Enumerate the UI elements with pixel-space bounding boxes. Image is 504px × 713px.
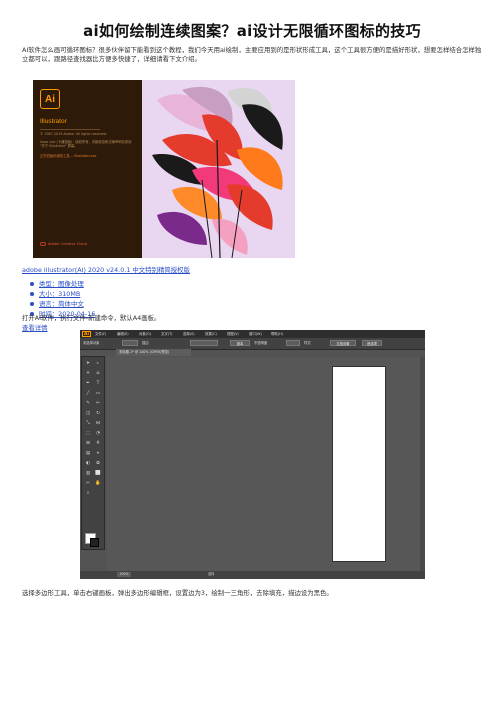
ws-menubar: Ai 文件(F) 编辑(E) 对象(O) 文字(T) 选择(S) 效果(C) 视… xyxy=(80,330,425,338)
rectangle-tool-icon: ▭ xyxy=(95,391,101,396)
ws-ctl-opacity: 不透明度 xyxy=(254,341,268,345)
ws-ctl-opacity-value xyxy=(286,340,300,346)
perspective-tool-icon: ⊞ xyxy=(86,441,90,446)
meta-type-text[interactable]: 类型：图像处理 xyxy=(39,280,84,288)
blend-tool-icon: ◐ xyxy=(86,461,90,466)
select-tool-icon: ➤ xyxy=(86,361,90,366)
line-tool-icon: ╱ xyxy=(86,391,90,396)
meta-language-text[interactable]: 语言：简体中文 xyxy=(39,300,84,308)
eraser-tool-icon: ◫ xyxy=(85,411,91,416)
ws-menu-window: 窗口(W) xyxy=(249,332,262,336)
ws-menu-view: 视图(V) xyxy=(227,332,239,336)
illustrator-workspace-screenshot: Ai 文件(F) 编辑(E) 对象(O) 文字(T) 选择(S) 效果(C) 视… xyxy=(80,330,425,579)
stroke-swatch xyxy=(90,538,99,547)
mesh-tool-icon: # xyxy=(96,441,100,446)
ws-document-tab: 未标题-1* @ 100% (CMYK/预览) xyxy=(116,349,191,356)
step-1-text: 打开AI软件，执行文件-新建命令，默认A4画板。 xyxy=(22,314,161,322)
symbol-tool-icon: ✿ xyxy=(96,461,100,466)
intro-paragraph: AI软件怎么画可循环图标？很多伙伴留下能看到这个教程，我们今天用ai绘制，主要应… xyxy=(22,46,482,63)
ws-zoom-level: 100% xyxy=(117,572,131,577)
meta-size[interactable]: 大小：310MB xyxy=(30,289,95,299)
ws-artboard xyxy=(332,366,386,562)
ws-menu-select: 选择(S) xyxy=(183,332,195,336)
scale-tool-icon: ⤡ xyxy=(86,421,90,426)
flower-illustration xyxy=(152,86,283,258)
magic-wand-icon: ✳ xyxy=(86,371,90,376)
artboard-tool-icon: ⬜ xyxy=(95,471,101,476)
ws-menu-effect: 效果(C) xyxy=(205,332,217,336)
splash-credits: Isaac Lee (卡通插画) · 版权所有，详细信息和法律声明请参阅 "关于… xyxy=(40,140,132,148)
creative-cloud-label: Adobe Creative Cloud xyxy=(48,242,87,246)
width-tool-icon: ⋈ xyxy=(95,421,101,426)
ws-menu-object: 对象(O) xyxy=(139,332,152,336)
graph-tool-icon: ▥ xyxy=(85,471,91,476)
meta-type[interactable]: 类型：图像处理 xyxy=(30,279,95,289)
ws-ctl-prefs: 首选项 xyxy=(362,340,382,346)
splash-copyright: © 1987-2019 Adobe. All rights reserved. xyxy=(40,132,108,136)
ws-menu-edit: 编辑(E) xyxy=(117,332,129,336)
view-details-link[interactable]: 查看详情 xyxy=(22,323,48,332)
page-title: ai如何绘制连续图案？ai设计无限循环图标的技巧 xyxy=(83,22,421,40)
brush-tool-icon: ✎ xyxy=(86,401,90,406)
ws-menu-help: 帮助(H) xyxy=(271,332,283,336)
splash-app-name: Illustrator xyxy=(40,118,67,125)
pencil-tool-icon: ✏ xyxy=(96,401,100,406)
ws-ctl-brush xyxy=(190,340,218,346)
ws-tools-panel: ➤ ▹ ✳ ɷ ✒ T ╱ ▭ ✎ ✏ ◫ ↻ ⤡ ⋈ ⬚ ◔ ⊞ # ▤ ⌖ … xyxy=(81,356,105,550)
shape-builder-tool-icon: ◔ xyxy=(96,431,100,436)
ws-scrollbar xyxy=(420,357,425,571)
zoom-tool-icon: ⌕ xyxy=(86,491,90,496)
splash-info-panel: Ai Illustrator © 1987-2019 Adobe. All ri… xyxy=(33,80,142,258)
free-transform-tool-icon: ⬚ xyxy=(85,431,91,436)
ws-ctl-style: 样式 xyxy=(304,341,311,345)
ws-ctl-no-selection: 未选择对象 xyxy=(83,341,100,345)
meta-language[interactable]: 语言：简体中文 xyxy=(30,299,95,309)
illustrator-splash-image: Ai Illustrator © 1987-2019 Adobe. All ri… xyxy=(33,80,295,258)
ai-logo: Ai xyxy=(40,89,60,109)
ws-ctl-fill xyxy=(122,340,138,346)
ws-ctl-stroke: 描边 xyxy=(142,341,149,345)
eyedropper-tool-icon: ⌖ xyxy=(96,451,100,456)
lasso-tool-icon: ɷ xyxy=(96,371,100,376)
type-tool-icon: T xyxy=(96,381,100,386)
creative-cloud-icon xyxy=(40,242,46,246)
ws-menu-type: 文字(T) xyxy=(161,332,173,336)
ws-status-bar: 100% 选择 xyxy=(80,571,425,579)
ws-ctl-basic: 基本 xyxy=(230,340,250,346)
meta-size-text[interactable]: 大小：310MB xyxy=(39,290,80,298)
ws-ai-logo: Ai xyxy=(82,331,91,337)
pen-tool-icon: ✒ xyxy=(86,381,90,386)
ws-status-text: 选择 xyxy=(208,572,215,576)
splash-artwork xyxy=(142,80,295,258)
slice-tool-icon: ✂ xyxy=(86,481,90,486)
splash-divider xyxy=(40,129,100,130)
software-download-link[interactable]: adobe illustrator(AI) 2020 v24.0.1 中文特别精… xyxy=(22,265,190,274)
splash-loading-text: 正在初始化增效工具... Illustrator.exe xyxy=(40,154,97,158)
ws-menu-file: 文件(F) xyxy=(95,332,107,336)
step-2-text: 选择多边形工具，单击右键画板，弹出多边形编辑框，设置边为3，绘制一三角形，去除填… xyxy=(22,589,333,597)
hand-tool-icon: ✋ xyxy=(95,481,101,486)
creative-cloud-badge: Adobe Creative Cloud xyxy=(40,242,87,246)
rotate-tool-icon: ↻ xyxy=(96,411,100,416)
direct-select-tool-icon: ▹ xyxy=(96,361,100,366)
gradient-tool-icon: ▤ xyxy=(85,451,91,456)
ws-ctl-doc-setup: 文档设置 xyxy=(330,340,356,346)
